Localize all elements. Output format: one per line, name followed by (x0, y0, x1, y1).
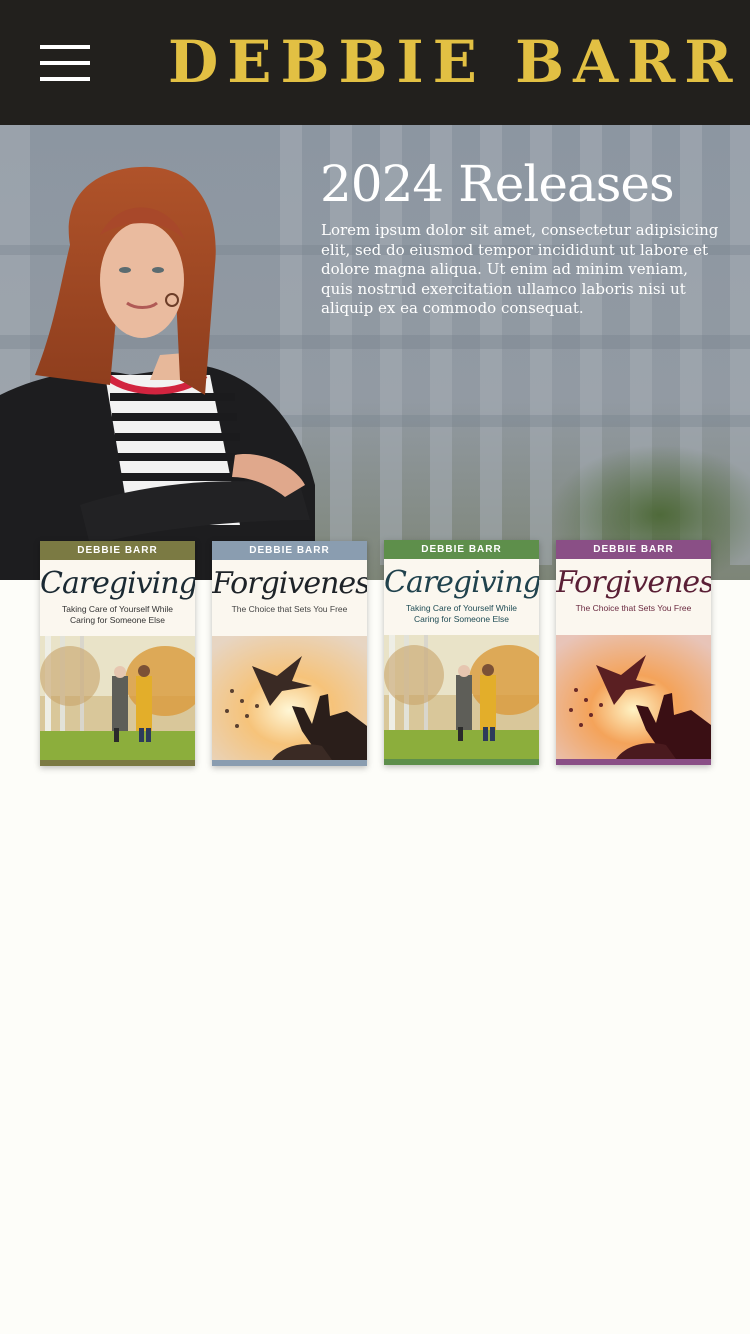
book-title: Forgiveness (556, 565, 711, 600)
book-title: Caregiving (384, 565, 539, 600)
hero-banner: 2024 Releases Lorem ipsum dolor sit amet… (0, 125, 750, 580)
book-footer-band (556, 759, 711, 765)
book-list: DEBBIE BARR Caregiving Taking Care of Yo… (0, 540, 750, 780)
book-cover-art (556, 635, 711, 759)
book-cover-art (384, 635, 539, 759)
book-author-band: DEBBIE BARR (384, 540, 539, 559)
book-author-band: DEBBIE BARR (212, 541, 367, 560)
book-subtitle: The Choice that Sets You Free (575, 603, 692, 613)
book-author-band: DEBBIE BARR (40, 541, 195, 560)
book-subtitle: The Choice that Sets You Free (231, 604, 348, 614)
hero-title: 2024 Releases (320, 155, 675, 213)
book-subtitle: Taking Care of Yourself While Caring for… (405, 603, 518, 624)
book-footer-band (212, 760, 367, 766)
book-cover-art (212, 636, 367, 760)
book-author-band: DEBBIE BARR (556, 540, 711, 559)
site-header: DEBBIE BARR (0, 0, 750, 125)
book-title: Forgiveness (212, 566, 367, 601)
book-cover-forgiveness-alt[interactable]: DEBBIE BARR Forgiveness The Choice that … (556, 540, 711, 765)
book-cover-art (40, 636, 195, 760)
site-logo-text[interactable]: DEBBIE BARR (168, 26, 742, 98)
book-footer-band (384, 759, 539, 765)
book-cover-forgiveness[interactable]: DEBBIE BARR Forgiveness The Choice that … (212, 541, 367, 766)
hero-description: Lorem ipsum dolor sit amet, consectetur … (321, 221, 719, 317)
book-title: Caregiving (40, 566, 195, 601)
hamburger-menu-icon[interactable] (40, 45, 90, 81)
book-cover-caregiving[interactable]: DEBBIE BARR Caregiving Taking Care of Yo… (40, 541, 195, 766)
book-subtitle: Taking Care of Yourself While Caring for… (61, 604, 174, 625)
book-footer-band (40, 760, 195, 766)
book-cover-caregiving-alt[interactable]: DEBBIE BARR Caregiving Taking Care of Yo… (384, 540, 539, 765)
